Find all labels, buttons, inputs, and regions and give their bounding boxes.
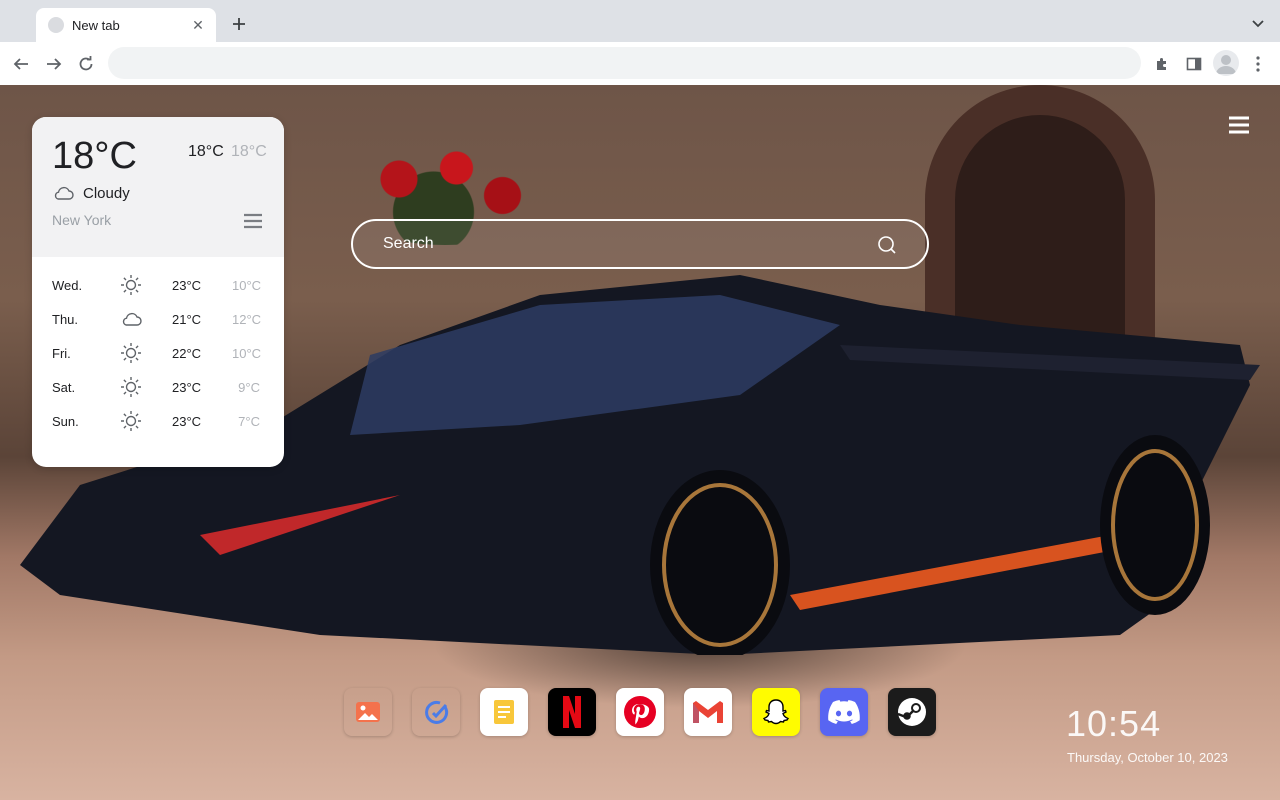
shortcut-pinterest[interactable]	[616, 688, 664, 736]
shortcut-snapchat[interactable]	[752, 688, 800, 736]
forecast-high: 23°C	[172, 414, 202, 429]
forecast-row: Sun. 23°C 7°C	[32, 404, 284, 438]
sun-icon	[121, 411, 141, 431]
notes-icon	[494, 700, 514, 724]
browser-toolbar	[0, 42, 1280, 85]
tab-search-button[interactable]	[1248, 13, 1268, 35]
new-tab-page: 18°C 18°C 18°C Cloudy New York Wed. 23°C…	[0, 85, 1280, 800]
forecast-low: 9°C	[238, 380, 260, 395]
forward-button[interactable]	[40, 50, 68, 78]
reload-button[interactable]	[72, 50, 100, 78]
shortcut-gmail[interactable]	[684, 688, 732, 736]
netflix-icon	[563, 696, 581, 728]
weather-current: 18°C 18°C 18°C Cloudy New York	[32, 117, 284, 257]
snapchat-icon	[762, 699, 790, 725]
forecast-day: Thu.	[52, 312, 79, 327]
forecast-low: 12°C	[232, 312, 262, 327]
steam-icon	[897, 698, 926, 726]
cloud-icon	[54, 186, 74, 200]
weather-forecast: Wed. 23°C 10°C Thu. 21°C 12°C Fri. 22°C …	[32, 257, 284, 438]
search-input[interactable]	[383, 221, 863, 267]
forecast-low: 7°C	[238, 414, 260, 429]
current-temperature: 18°C	[52, 135, 137, 177]
shortcut-photos[interactable]	[344, 688, 392, 736]
today-low: 18°C	[231, 143, 267, 160]
clock-date: Thursday, October 10, 2023	[1067, 750, 1228, 765]
arrow-right-icon	[47, 58, 62, 70]
forecast-row: Thu. 21°C 12°C	[32, 302, 284, 336]
puzzle-icon	[1157, 58, 1166, 70]
forecast-row: Wed. 23°C 10°C	[32, 268, 284, 302]
person-icon	[1216, 55, 1236, 74]
search-bar[interactable]	[351, 219, 929, 269]
shortcut-tasks[interactable]	[412, 688, 460, 736]
tab-close-icon[interactable]: ✕	[188, 15, 208, 35]
address-bar[interactable]	[108, 47, 1141, 79]
sun-icon	[121, 343, 141, 363]
forecast-low: 10°C	[232, 278, 262, 293]
forecast-high: 23°C	[172, 380, 202, 395]
clock-time: 10:54	[1066, 703, 1162, 744]
gmail-icon	[693, 701, 723, 723]
sun-icon	[121, 275, 141, 295]
plus-icon	[233, 18, 245, 30]
forecast-high: 23°C	[172, 278, 202, 293]
browser-menu-button[interactable]	[1244, 50, 1272, 78]
tab-title: New tab	[72, 17, 120, 33]
tab-new-tab[interactable]: New tab ✕	[36, 8, 216, 42]
new-tab-button[interactable]	[228, 13, 250, 35]
forecast-day: Wed.	[52, 278, 83, 293]
forecast-high: 22°C	[172, 346, 202, 361]
shortcut-netflix[interactable]	[548, 688, 596, 736]
sun-icon	[121, 377, 141, 397]
weather-condition: Cloudy	[83, 185, 130, 202]
back-button[interactable]	[7, 50, 35, 78]
side-panel-button[interactable]	[1180, 50, 1208, 78]
forecast-row: Fri. 22°C 10°C	[32, 336, 284, 370]
arrow-left-icon	[13, 58, 28, 70]
forecast-high: 21°C	[172, 312, 202, 327]
shortcut-steam[interactable]	[888, 688, 936, 736]
forecast-day: Sat.	[52, 380, 76, 395]
forecast-day: Fri.	[52, 346, 71, 361]
kebab-menu-icon	[1256, 56, 1260, 72]
pinterest-icon	[624, 696, 656, 728]
image-icon	[356, 702, 380, 722]
search-icon[interactable]	[877, 235, 897, 255]
tab-strip: New tab ✕	[0, 0, 1280, 42]
weather-city[interactable]: New York	[52, 212, 111, 228]
cloud-icon	[122, 312, 142, 326]
side-panel-icon	[1186, 57, 1202, 71]
weather-menu-icon[interactable]	[243, 213, 263, 229]
today-high: 18°C	[188, 143, 224, 160]
forecast-row: Sat. 23°C 9°C	[32, 370, 284, 404]
reload-icon	[79, 56, 93, 71]
tab-favicon-icon	[48, 17, 64, 33]
shortcut-discord[interactable]	[820, 688, 868, 736]
discord-icon	[828, 700, 860, 724]
forecast-low: 10°C	[232, 346, 262, 361]
weather-widget[interactable]: 18°C 18°C 18°C Cloudy New York Wed. 23°C…	[32, 117, 284, 467]
profile-avatar[interactable]	[1213, 50, 1239, 76]
menu-icon[interactable]	[1229, 116, 1249, 134]
forecast-day: Sun.	[52, 414, 79, 429]
shortcut-notes[interactable]	[480, 688, 528, 736]
extensions-button[interactable]	[1148, 50, 1176, 78]
chevron-down-icon	[1252, 20, 1264, 28]
check-circle-icon	[425, 700, 449, 724]
